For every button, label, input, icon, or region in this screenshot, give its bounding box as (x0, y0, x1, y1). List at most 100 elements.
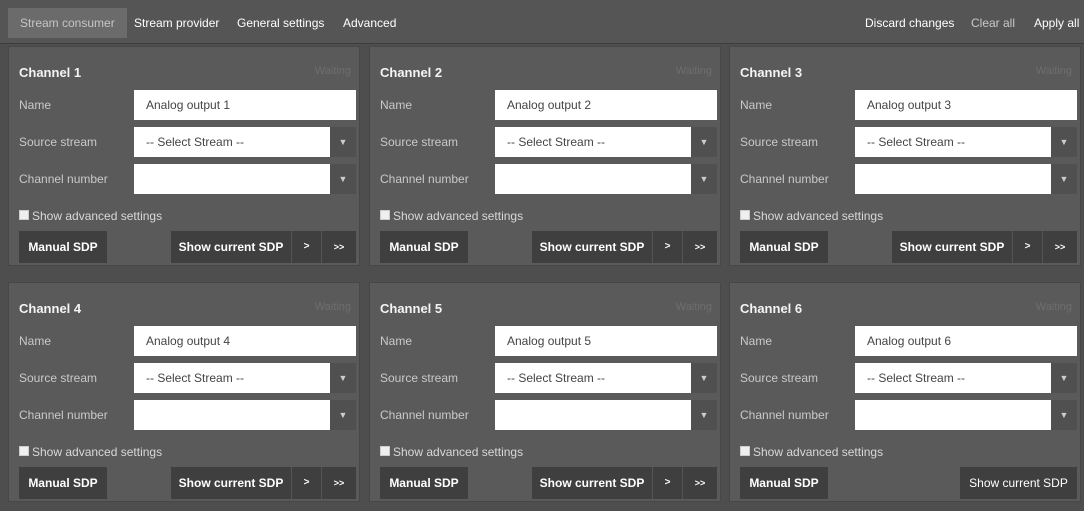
caret-down-icon[interactable]: ▼ (1051, 363, 1077, 393)
last-button[interactable]: >> (682, 231, 717, 263)
show-current-sdp-button[interactable]: Show current SDP (171, 467, 291, 499)
show-current-sdp-button[interactable]: Show current SDP (892, 231, 1012, 263)
source-stream-label: Source stream (740, 135, 819, 149)
last-button[interactable]: >> (1042, 231, 1077, 263)
checkbox-icon[interactable] (380, 210, 390, 220)
name-input[interactable] (495, 326, 717, 356)
show-current-sdp-button[interactable]: Show current SDP (960, 467, 1077, 499)
caret-down-icon[interactable]: ▼ (691, 164, 717, 194)
last-button[interactable]: >> (321, 231, 356, 263)
advanced-settings-label[interactable]: Show advanced settings (753, 209, 883, 223)
source-stream-select[interactable]: -- Select Stream -- (855, 363, 1051, 393)
caret-down-icon[interactable]: ▼ (691, 400, 717, 430)
manual-sdp-button[interactable]: Manual SDP (19, 231, 107, 263)
name-input[interactable] (495, 90, 717, 120)
show-current-sdp-button[interactable]: Show current SDP (171, 231, 291, 263)
tab-advanced[interactable]: Advanced (331, 8, 408, 38)
channel-title: Channel 3 (740, 65, 803, 80)
checkbox-icon[interactable] (740, 446, 750, 456)
top-nav-bar: Stream consumer Stream provider General … (0, 0, 1084, 44)
next-button[interactable]: > (1012, 231, 1042, 263)
channel-number-label: Channel number (19, 172, 108, 186)
manual-sdp-button[interactable]: Manual SDP (740, 467, 828, 499)
next-button[interactable]: > (652, 231, 682, 263)
channel-number-select[interactable] (134, 164, 330, 194)
tab-stream-consumer[interactable]: Stream consumer (8, 8, 127, 38)
name-label: Name (380, 334, 413, 348)
name-row: Name (370, 326, 722, 356)
caret-down-icon[interactable]: ▼ (330, 363, 356, 393)
name-input[interactable] (855, 326, 1077, 356)
caret-down-icon[interactable]: ▼ (330, 164, 356, 194)
manual-sdp-button[interactable]: Manual SDP (380, 467, 468, 499)
checkbox-icon[interactable] (380, 446, 390, 456)
caret-down-icon[interactable]: ▼ (691, 127, 717, 157)
channel-number-select[interactable] (495, 164, 691, 194)
tab-general-settings[interactable]: General settings (225, 8, 336, 38)
next-button[interactable]: > (291, 231, 321, 263)
channel-card: Channel 6 Waiting Name Source stream -- … (729, 282, 1081, 502)
channel-card: Channel 2 Waiting Name Source stream -- … (369, 46, 721, 266)
name-label: Name (19, 334, 52, 348)
checkbox-icon[interactable] (19, 446, 29, 456)
channel-card: Channel 3 Waiting Name Source stream -- … (729, 46, 1081, 266)
channel-title: Channel 2 (380, 65, 443, 80)
channel-status: Waiting (314, 301, 351, 313)
caret-down-icon[interactable]: ▼ (330, 400, 356, 430)
show-current-sdp-button[interactable]: Show current SDP (532, 467, 652, 499)
channel-number-select[interactable] (855, 164, 1051, 194)
channel-number-row: Channel number ▼ (730, 400, 1082, 430)
last-button[interactable]: >> (321, 467, 356, 499)
channel-number-label: Channel number (740, 172, 829, 186)
channel-number-select[interactable] (134, 400, 330, 430)
source-stream-select[interactable]: -- Select Stream -- (495, 363, 691, 393)
caret-down-icon[interactable]: ▼ (1051, 127, 1077, 157)
source-stream-label: Source stream (740, 371, 819, 385)
source-stream-select[interactable]: -- Select Stream -- (134, 363, 330, 393)
caret-down-icon[interactable]: ▼ (1051, 400, 1077, 430)
discard-changes-button[interactable]: Discard changes (865, 8, 954, 38)
name-row: Name (730, 90, 1082, 120)
advanced-settings-label[interactable]: Show advanced settings (393, 445, 523, 459)
source-stream-row: Source stream -- Select Stream -- ▼ (9, 127, 361, 157)
channel-title: Channel 1 (19, 65, 82, 80)
next-button[interactable]: > (652, 467, 682, 499)
caret-down-icon[interactable]: ▼ (330, 127, 356, 157)
channel-title: Channel 5 (380, 301, 443, 316)
next-button[interactable]: > (291, 467, 321, 499)
apply-all-button[interactable]: Apply all (1034, 8, 1079, 38)
channel-number-row: Channel number ▼ (730, 164, 1082, 194)
name-input[interactable] (855, 90, 1077, 120)
caret-down-icon[interactable]: ▼ (1051, 164, 1077, 194)
manual-sdp-button[interactable]: Manual SDP (380, 231, 468, 263)
channel-card: Channel 5 Waiting Name Source stream -- … (369, 282, 721, 502)
source-stream-select[interactable]: -- Select Stream -- (495, 127, 691, 157)
caret-down-icon[interactable]: ▼ (691, 363, 717, 393)
advanced-settings-label[interactable]: Show advanced settings (32, 445, 162, 459)
name-row: Name (9, 326, 361, 356)
source-stream-row: Source stream -- Select Stream -- ▼ (730, 363, 1082, 393)
show-current-sdp-button[interactable]: Show current SDP (532, 231, 652, 263)
advanced-settings-label[interactable]: Show advanced settings (32, 209, 162, 223)
channel-number-select[interactable] (855, 400, 1051, 430)
manual-sdp-button[interactable]: Manual SDP (740, 231, 828, 263)
source-stream-row: Source stream -- Select Stream -- ▼ (9, 363, 361, 393)
advanced-settings-label[interactable]: Show advanced settings (753, 445, 883, 459)
name-input[interactable] (134, 326, 356, 356)
checkbox-icon[interactable] (19, 210, 29, 220)
source-stream-select[interactable]: -- Select Stream -- (134, 127, 330, 157)
name-input[interactable] (134, 90, 356, 120)
clear-all-button[interactable]: Clear all (971, 8, 1015, 38)
name-label: Name (19, 98, 52, 112)
manual-sdp-button[interactable]: Manual SDP (19, 467, 107, 499)
channel-number-row: Channel number ▼ (370, 400, 722, 430)
channel-number-row: Channel number ▼ (9, 164, 361, 194)
checkbox-icon[interactable] (740, 210, 750, 220)
channel-number-select[interactable] (495, 400, 691, 430)
source-stream-select[interactable]: -- Select Stream -- (855, 127, 1051, 157)
channel-title: Channel 4 (19, 301, 82, 316)
tab-stream-provider[interactable]: Stream provider (122, 8, 231, 38)
last-button[interactable]: >> (682, 467, 717, 499)
channel-number-label: Channel number (380, 408, 469, 422)
advanced-settings-label[interactable]: Show advanced settings (393, 209, 523, 223)
